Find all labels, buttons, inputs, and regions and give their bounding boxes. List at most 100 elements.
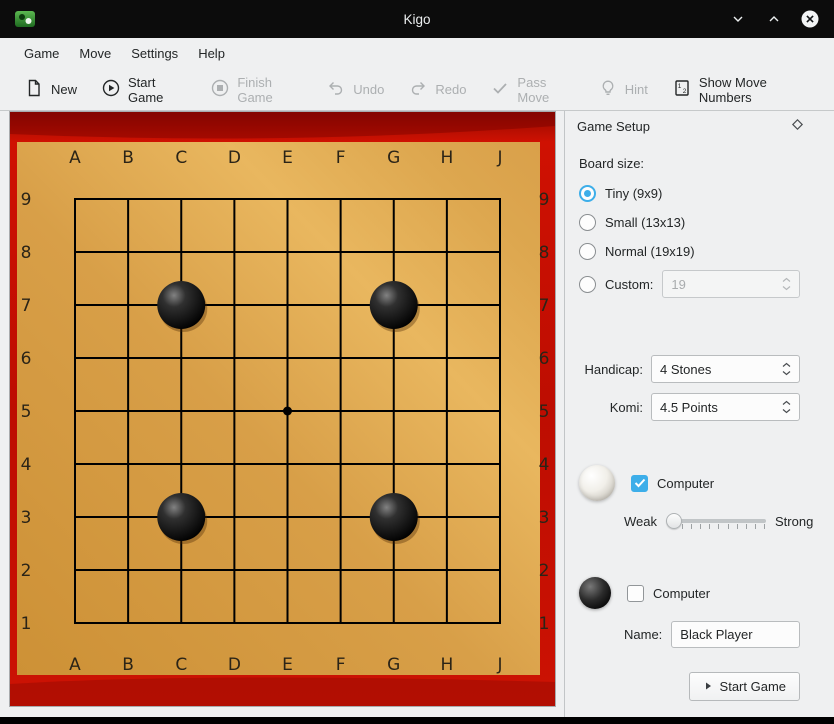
strength-slider-row: Weak Strong xyxy=(624,511,800,531)
toolbar: New Start Game Finish Game xyxy=(0,69,834,111)
spinbox-arrows-icon[interactable] xyxy=(782,277,791,291)
undo-button[interactable]: Undo xyxy=(316,73,394,106)
black-player-name-value: Black Player xyxy=(680,627,752,642)
titlebar: Kigo xyxy=(0,0,834,38)
svg-text:5: 5 xyxy=(539,402,550,422)
radio-custom-label: Custom: xyxy=(605,277,653,292)
svg-text:H: H xyxy=(440,655,453,675)
start-game-label: Start Game xyxy=(128,75,186,105)
svg-text:F: F xyxy=(336,148,346,168)
svg-text:E: E xyxy=(282,655,293,675)
maximize-icon[interactable] xyxy=(764,9,784,29)
black-name-row: Name: Black Player xyxy=(624,621,800,648)
black-computer-row[interactable]: Computer xyxy=(627,585,710,602)
black-player-name-input[interactable]: Black Player xyxy=(671,621,800,648)
black-computer-checkbox[interactable] xyxy=(627,585,644,602)
svg-text:3: 3 xyxy=(21,508,32,528)
svg-text:7: 7 xyxy=(539,296,550,316)
svg-text:6: 6 xyxy=(21,349,32,369)
radio-tiny-label: Tiny (9x9) xyxy=(605,186,662,201)
close-icon[interactable] xyxy=(800,9,820,29)
start-game-panel-button[interactable]: Start Game xyxy=(689,672,800,701)
go-board-canvas[interactable]: AA99BB88CC77DD66EE55FF44GG33HH22JJ11 xyxy=(10,112,555,706)
svg-text:9: 9 xyxy=(21,190,32,210)
new-button[interactable]: New xyxy=(14,73,87,106)
svg-text:2: 2 xyxy=(21,561,32,581)
radio-row-tiny[interactable]: Tiny (9x9) xyxy=(579,183,800,203)
pass-move-button[interactable]: Pass Move xyxy=(480,70,583,110)
finish-game-button[interactable]: Finish Game xyxy=(200,70,312,110)
svg-text:4: 4 xyxy=(539,455,550,475)
dock-header: Game Setup xyxy=(565,111,834,138)
kigo-app-icon[interactable] xyxy=(14,8,36,30)
menubar: Game Move Settings Help xyxy=(0,38,834,69)
handicap-combobox[interactable]: 4 Stones xyxy=(651,355,800,383)
radio-custom[interactable] xyxy=(579,276,596,293)
svg-text:8: 8 xyxy=(539,243,550,263)
white-player-row: Computer xyxy=(579,465,800,501)
svg-text:7: 7 xyxy=(21,296,32,316)
minimize-icon[interactable] xyxy=(728,9,748,29)
custom-size-spinbox[interactable]: 19 xyxy=(662,270,800,298)
show-move-numbers-button[interactable]: 1 2 Show Move Numbers xyxy=(662,70,820,110)
kigo-window: Kigo Game Move Settings Help Ne xyxy=(0,0,834,717)
komi-row: Komi: 4.5 Points xyxy=(579,393,800,421)
komi-combobox[interactable]: 4.5 Points xyxy=(651,393,800,421)
start-game-button[interactable]: Start Game xyxy=(91,70,196,110)
dock-float-icon[interactable] xyxy=(791,118,804,134)
radio-row-custom[interactable]: Custom: 19 xyxy=(579,270,800,298)
redo-arrow-icon xyxy=(408,78,428,101)
svg-text:G: G xyxy=(387,148,400,168)
main-content: AA99BB88CC77DD66EE55FF44GG33HH22JJ11 Gam… xyxy=(0,111,834,717)
svg-text:F: F xyxy=(336,655,346,675)
svg-text:3: 3 xyxy=(539,508,550,528)
svg-text:5: 5 xyxy=(21,402,32,422)
radio-normal[interactable] xyxy=(579,243,596,260)
radio-small[interactable] xyxy=(579,214,596,231)
pass-move-label: Pass Move xyxy=(517,75,573,105)
black-player-row: Computer xyxy=(579,575,800,611)
window-title: Kigo xyxy=(0,12,834,27)
white-computer-checkbox[interactable] xyxy=(631,475,648,492)
strength-slider[interactable] xyxy=(666,511,766,531)
dock-title: Game Setup xyxy=(577,119,650,134)
svg-text:1: 1 xyxy=(21,614,32,634)
svg-text:9: 9 xyxy=(539,190,550,210)
custom-size-value: 19 xyxy=(671,277,685,292)
start-row: Start Game xyxy=(579,672,800,701)
white-stone-image xyxy=(579,465,615,501)
handicap-label: Handicap: xyxy=(579,362,643,377)
window-controls xyxy=(728,9,820,29)
svg-text:B: B xyxy=(122,655,134,675)
svg-text:J: J xyxy=(496,148,502,168)
slider-ticks xyxy=(682,524,765,529)
radio-row-small[interactable]: Small (13x13) xyxy=(579,212,800,232)
svg-text:H: H xyxy=(440,148,453,168)
undo-arrow-icon xyxy=(326,78,346,101)
menu-help[interactable]: Help xyxy=(188,41,235,66)
svg-text:1: 1 xyxy=(678,83,682,90)
svg-text:G: G xyxy=(387,655,400,675)
hint-button[interactable]: Hint xyxy=(588,73,658,106)
white-computer-row[interactable]: Computer xyxy=(631,475,714,492)
menu-settings[interactable]: Settings xyxy=(121,41,188,66)
menu-move[interactable]: Move xyxy=(69,41,121,66)
redo-label: Redo xyxy=(435,82,466,97)
radio-row-normal[interactable]: Normal (19x19) xyxy=(579,241,800,261)
move-numbers-icon: 1 2 xyxy=(672,78,692,101)
radio-tiny[interactable] xyxy=(579,185,596,202)
strength-slider-handle[interactable] xyxy=(666,513,682,529)
redo-button[interactable]: Redo xyxy=(398,73,476,106)
hint-label: Hint xyxy=(625,82,648,97)
combobox-arrows-icon xyxy=(782,362,791,376)
menu-game[interactable]: Game xyxy=(14,41,69,66)
new-label: New xyxy=(51,82,77,97)
weak-label: Weak xyxy=(624,514,657,529)
strong-label: Strong xyxy=(775,514,813,529)
svg-text:D: D xyxy=(228,148,241,168)
svg-text:A: A xyxy=(69,148,81,168)
svg-text:C: C xyxy=(175,148,187,168)
handicap-value: 4 Stones xyxy=(660,362,711,377)
handicap-row: Handicap: 4 Stones xyxy=(579,355,800,383)
go-board[interactable]: AA99BB88CC77DD66EE55FF44GG33HH22JJ11 xyxy=(9,111,556,707)
